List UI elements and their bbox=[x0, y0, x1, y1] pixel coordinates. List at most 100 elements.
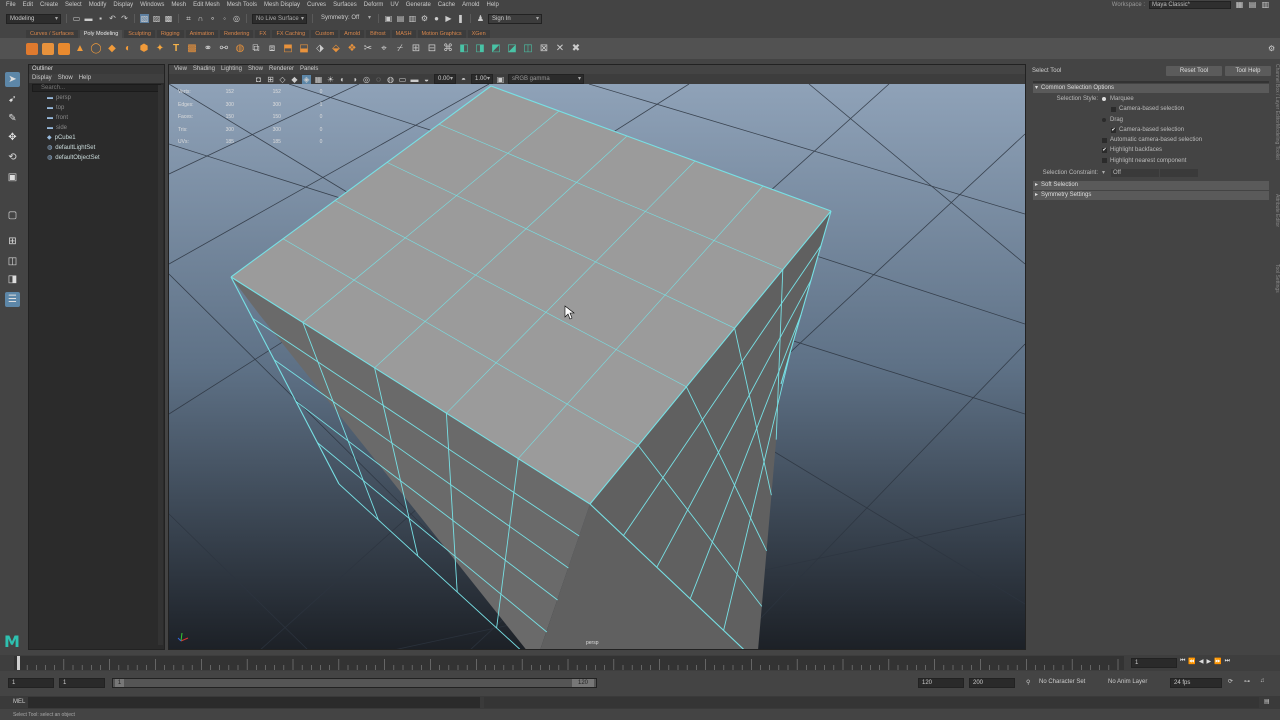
highlight-backfaces-checkbox[interactable]: ✔ bbox=[1102, 148, 1107, 154]
menu-curves[interactable]: Curves bbox=[307, 2, 326, 8]
save-scene-icon[interactable]: ▪ bbox=[96, 14, 105, 23]
outliner-item[interactable]: ▬ persp bbox=[29, 93, 164, 103]
menu-set-dropdown[interactable]: Modeling bbox=[6, 13, 61, 24]
exposure-field[interactable]: 0.00 bbox=[434, 74, 456, 84]
separate-icon[interactable]: ⚯ bbox=[218, 43, 230, 55]
xray-joints-icon[interactable]: ◍ bbox=[386, 75, 395, 84]
arnold-render-icon[interactable]: ▶ bbox=[444, 14, 453, 23]
common-selection-frame[interactable]: Common Selection Options bbox=[1033, 84, 1269, 93]
fill-hole-icon[interactable]: ⬙ bbox=[330, 43, 342, 55]
xray-icon[interactable]: ◌ bbox=[374, 75, 383, 84]
film-gate-icon[interactable]: ▬ bbox=[410, 75, 419, 84]
resolution-gate-icon[interactable]: ▭ bbox=[398, 75, 407, 84]
redo-icon[interactable]: ↷ bbox=[120, 14, 129, 23]
outliner-scrollbar[interactable] bbox=[158, 85, 163, 645]
snap-view-icon[interactable]: ◦ bbox=[220, 14, 229, 23]
menu-surfaces[interactable]: Surfaces bbox=[333, 2, 357, 8]
camera-based-checkbox-2[interactable]: ✔ bbox=[1111, 127, 1116, 133]
outliner-title[interactable]: Outliner bbox=[29, 65, 164, 74]
symmetry-dropdown[interactable]: Symmetry: Off bbox=[318, 13, 373, 24]
lights-icon[interactable]: ☀ bbox=[326, 75, 335, 84]
svg-icon[interactable]: ▩ bbox=[186, 43, 198, 55]
poly-plane-icon[interactable]: ◆ bbox=[106, 43, 118, 55]
shelf-tab-rendering[interactable]: Rendering bbox=[220, 30, 254, 38]
wireframe-icon[interactable]: ◇ bbox=[278, 75, 287, 84]
ao-icon[interactable]: ◑ bbox=[350, 75, 359, 84]
side-tab[interactable]: Channel Box / Layer Editor bbox=[1274, 64, 1280, 124]
fps-dropdown[interactable]: 24 fps bbox=[1170, 678, 1222, 688]
rotate-tool-icon[interactable]: ⟲ bbox=[5, 150, 20, 165]
target-weld-icon[interactable]: ⌖ bbox=[378, 43, 390, 55]
range-start-handle[interactable]: 1 bbox=[115, 679, 124, 687]
shelf-tab-fx[interactable]: FX bbox=[255, 30, 271, 38]
gamma-icon[interactable]: ◓ bbox=[459, 75, 468, 84]
connect-icon[interactable]: ⌿ bbox=[394, 43, 406, 55]
snap-curve-icon[interactable]: ∩ bbox=[196, 14, 205, 23]
panel-icon[interactable]: ▤ bbox=[1248, 0, 1257, 9]
cut-uv-icon[interactable]: ✕ bbox=[554, 43, 566, 55]
text-tool-icon[interactable]: T bbox=[170, 43, 182, 55]
single-view-icon[interactable]: ▢ bbox=[5, 208, 20, 223]
paint-select-icon[interactable]: ✎ bbox=[5, 111, 20, 126]
selection-constraint-field[interactable] bbox=[1160, 169, 1199, 178]
viewport-menu-lighting[interactable]: Lighting bbox=[221, 65, 242, 74]
edge-loop-icon[interactable]: ⊞ bbox=[410, 43, 422, 55]
soft-selection-frame[interactable]: Soft Selection bbox=[1033, 181, 1269, 191]
playback-start-field[interactable]: 1 bbox=[59, 678, 105, 688]
select-component-icon[interactable]: ▩ bbox=[164, 14, 173, 23]
outliner-item[interactable]: ▬ front bbox=[29, 113, 164, 123]
auto-key-icon[interactable]: ⊶ bbox=[1244, 678, 1250, 685]
time-ruler[interactable] bbox=[14, 656, 1124, 670]
super-shape-icon[interactable]: ✦ bbox=[154, 43, 166, 55]
shelf-tab-rigging[interactable]: Rigging bbox=[156, 30, 184, 38]
menu-deform[interactable]: Deform bbox=[364, 2, 384, 8]
outliner-menu-show[interactable]: Show bbox=[58, 74, 73, 83]
outliner-item[interactable]: ◍ defaultObjectSet bbox=[29, 153, 164, 163]
sew-uv-icon[interactable]: ✖ bbox=[570, 43, 582, 55]
merge-icon[interactable]: ❖ bbox=[346, 43, 358, 55]
script-editor-icon[interactable]: ▤ bbox=[1264, 698, 1270, 705]
camera-based-checkbox-1[interactable] bbox=[1111, 106, 1116, 112]
new-scene-icon[interactable]: ▭ bbox=[72, 14, 81, 23]
extrude-icon[interactable]: ⬒ bbox=[282, 43, 294, 55]
viewport-menu-panels[interactable]: Panels bbox=[300, 65, 318, 74]
panel-icon-2[interactable]: ▥ bbox=[1261, 0, 1270, 9]
menu-generate[interactable]: Generate bbox=[406, 2, 431, 8]
grid-toggle-icon[interactable]: ⊞ bbox=[266, 75, 275, 84]
start-time-field[interactable]: 1 bbox=[8, 678, 54, 688]
poly-sphere-icon[interactable] bbox=[26, 42, 38, 55]
step-forward-frame-icon[interactable]: ⏩ bbox=[1214, 658, 1221, 665]
user-icon[interactable]: ♟ bbox=[476, 14, 485, 23]
shelf-tab-poly-modeling[interactable]: Poly Modeling bbox=[79, 30, 123, 38]
shelf-tab-arnold[interactable]: Arnold bbox=[340, 30, 365, 38]
menu-create[interactable]: Create bbox=[40, 2, 58, 8]
selection-constraint-dropdown[interactable]: Off bbox=[1111, 169, 1160, 178]
spherical-map-icon[interactable]: ◪ bbox=[506, 43, 518, 55]
viewport-menu-shading[interactable]: Shading bbox=[193, 65, 215, 74]
current-frame-marker[interactable] bbox=[17, 656, 20, 670]
menu-arnold[interactable]: Arnold bbox=[462, 2, 479, 8]
auto-map-icon[interactable]: ◫ bbox=[522, 43, 534, 55]
range-end-handle[interactable]: 120 bbox=[572, 679, 594, 687]
cylindrical-map-icon[interactable]: ◩ bbox=[490, 43, 502, 55]
viewport-panel[interactable]: View Shading Lighting Show Renderer Panels ◘ … bbox=[168, 64, 1026, 650]
menu-edit-mesh[interactable]: Edit Mesh bbox=[193, 2, 220, 8]
outliner-item[interactable]: ▬ side bbox=[29, 123, 164, 133]
workspace-dropdown[interactable]: Maya Classic* bbox=[1149, 0, 1231, 9]
reset-tool-button[interactable]: Reset Tool bbox=[1166, 66, 1222, 76]
select-object-icon[interactable]: ▨ bbox=[152, 14, 161, 23]
shelf-options-icon[interactable]: ⚙ bbox=[1268, 44, 1275, 53]
anim-layer-dropdown[interactable]: No Anim Layer bbox=[1105, 678, 1163, 688]
menu-help[interactable]: Help bbox=[486, 2, 498, 8]
marquee-radio[interactable] bbox=[1102, 97, 1106, 102]
persp-outliner-icon[interactable]: ◨ bbox=[5, 272, 20, 287]
mel-label[interactable]: MEL bbox=[13, 699, 25, 705]
menu-mesh-display[interactable]: Mesh Display bbox=[264, 2, 300, 8]
drag-radio[interactable] bbox=[1102, 117, 1106, 122]
smooth-icon[interactable]: ◍ bbox=[234, 43, 246, 55]
highlight-nearest-checkbox[interactable] bbox=[1102, 158, 1107, 164]
sign-in-dropdown[interactable]: Sign In bbox=[488, 13, 542, 24]
mirror-icon[interactable]: ⧈ bbox=[266, 43, 278, 55]
play-forward-icon[interactable]: ▶ bbox=[1207, 658, 1212, 665]
shelf-tab-animation[interactable]: Animation bbox=[185, 30, 219, 38]
